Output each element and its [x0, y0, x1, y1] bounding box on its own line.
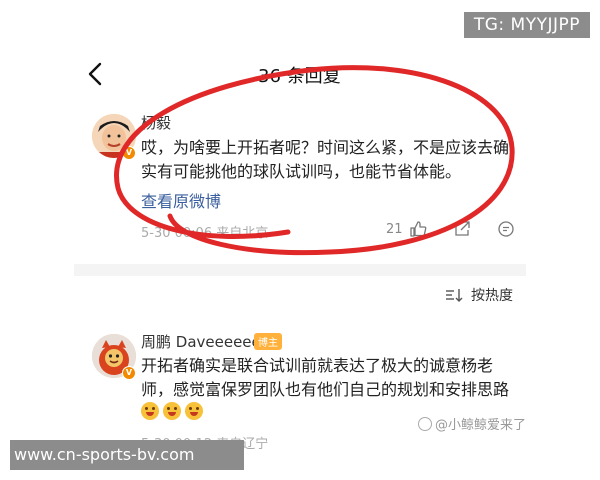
- back-button[interactable]: [84, 60, 108, 88]
- reply-button[interactable]: [497, 220, 515, 238]
- emoji-row: [141, 402, 203, 420]
- chevron-left-icon: [88, 62, 102, 86]
- comment-bubble-icon: [497, 221, 514, 237]
- tg-watermark-badge: TG: MYYJJPP: [463, 12, 590, 38]
- sort-icon: [446, 289, 463, 302]
- watermark-logo-icon: [418, 416, 432, 431]
- comment-text: 哎，为啥要上开拓者呢？时间这么紧，不是应该去确实有可能挑他的球队试训吗，也能节省…: [141, 138, 510, 181]
- laughing-emoji-icon: [163, 402, 181, 420]
- comment-author[interactable]: 周鹏 Daveeeeee: [141, 331, 261, 352]
- comment-text: 开拓者确实是联合试训前就表达了极大的诚意杨老师，感觉富保罗团队也有他们自己的规划…: [141, 356, 510, 399]
- verified-badge-icon: V: [122, 366, 136, 380]
- section-divider: [74, 264, 526, 276]
- comment-meta: 5-30 00:06 来自北京: [141, 226, 269, 241]
- verified-badge-icon: V: [122, 146, 136, 160]
- laughing-emoji-icon: [141, 402, 159, 420]
- laughing-emoji-icon: [185, 402, 203, 420]
- sort-toggle[interactable]: 按热度: [445, 285, 513, 305]
- author-badge: 博主: [254, 333, 282, 350]
- like-button[interactable]: [409, 220, 427, 238]
- sort-label: 按热度: [471, 288, 513, 304]
- share-icon: [454, 221, 470, 236]
- like-count: 21: [386, 221, 403, 237]
- view-original-link[interactable]: 查看原微博: [141, 188, 221, 212]
- site-url-banner: www.cn-sports-bv.com: [10, 440, 244, 470]
- thumbs-up-icon: [409, 221, 426, 237]
- author-watermark: @小鲸鲸爱来了: [418, 414, 526, 433]
- share-button[interactable]: [453, 220, 471, 238]
- comment-author[interactable]: 杨毅: [141, 112, 171, 133]
- reply-count-title: 36 条回复: [258, 66, 341, 87]
- comment-actions: 21: [386, 220, 515, 238]
- reply-header: 36 条回复: [0, 58, 600, 90]
- watermark-text: @小鲸鲸爱来了: [435, 418, 527, 433]
